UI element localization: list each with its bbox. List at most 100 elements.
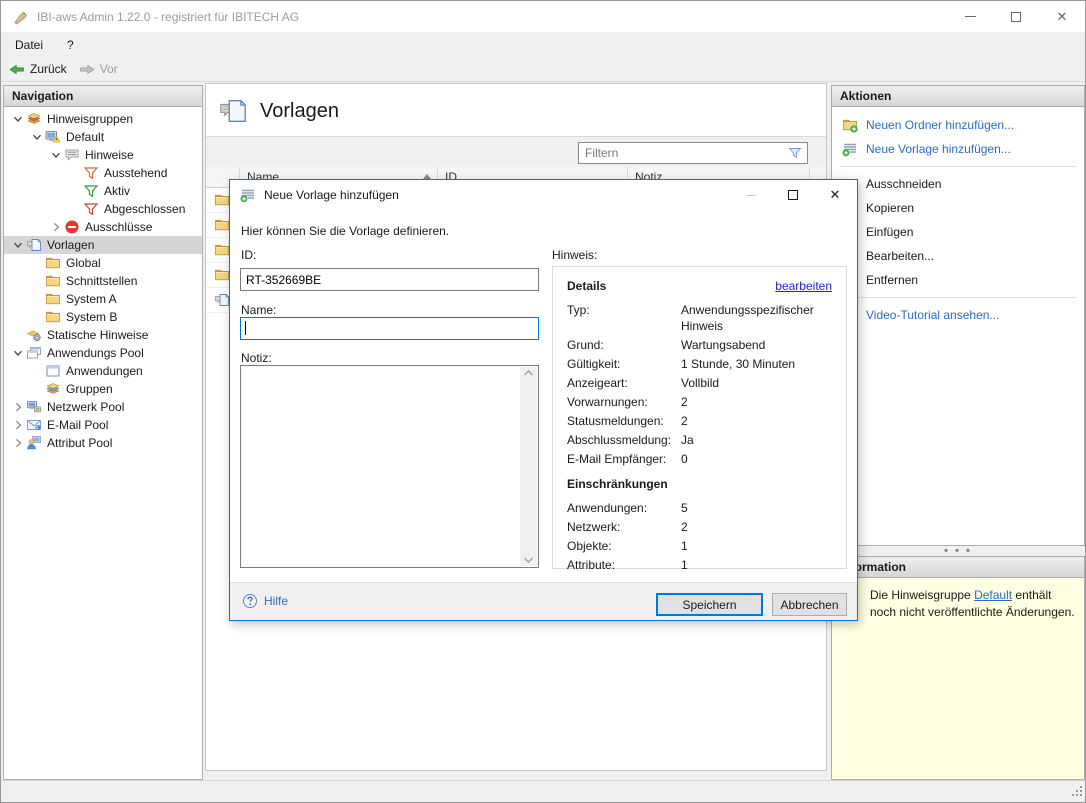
folder-add-icon: [842, 117, 858, 133]
hint-details-box: Details bearbeiten Typ:Anwendungsspezifi…: [552, 266, 847, 569]
tree-item-anwendungs-pool[interactable]: Anwendungs Pool: [4, 344, 202, 362]
hints-icon: [64, 147, 80, 163]
default-group-link[interactable]: Default: [974, 588, 1012, 602]
detail-row: Typ:Anwendungsspezifischer Hinweis: [567, 302, 832, 334]
tree-item-attribut-pool[interactable]: Attribut Pool: [4, 434, 202, 452]
chevron-collapsed-icon[interactable]: [10, 417, 26, 433]
dialog-maximize-icon: [788, 190, 798, 200]
chevron-expanded-icon[interactable]: [10, 237, 26, 253]
chevron-expanded-icon[interactable]: [29, 129, 45, 145]
action-ausschneiden[interactable]: ✂Ausschneiden: [832, 172, 1084, 196]
tree-item-label: Global: [66, 256, 101, 270]
action-neue-vorlage-hinzuf-gen[interactable]: Neue Vorlage hinzufügen...: [832, 137, 1084, 161]
cancel-button[interactable]: Abbrechen: [772, 593, 847, 616]
tree-item-ausstehend[interactable]: Ausstehend: [4, 164, 202, 182]
chevron-spacer: [29, 381, 45, 397]
save-button[interactable]: Speichern: [656, 593, 763, 616]
action-bearbeiten[interactable]: Bearbeiten...: [832, 244, 1084, 268]
tree-item-label: Aktiv: [104, 184, 130, 198]
new-template-dialog: Neue Vorlage hinzufügen ✕ Hier können Si…: [229, 179, 858, 621]
chevron-spacer: [67, 201, 83, 217]
tree-item-label: Statische Hinweise: [47, 328, 148, 342]
tree-item-global[interactable]: Global: [4, 254, 202, 272]
tree-item-vorlagen[interactable]: Vorlagen: [4, 236, 202, 254]
action-label: Bearbeiten...: [866, 249, 934, 263]
back-button[interactable]: Zurück: [3, 59, 73, 79]
tree-item-ausschl-sse[interactable]: Ausschlüsse: [4, 218, 202, 236]
chevron-expanded-icon[interactable]: [10, 111, 26, 127]
window-title: IBI-aws Admin 1.22.0 - registriert für I…: [37, 10, 299, 24]
information-header: Information: [831, 556, 1085, 578]
actions-separator: [840, 166, 1076, 167]
chevron-collapsed-icon[interactable]: [10, 435, 26, 451]
tree-item-statische-hinweise[interactable]: Statische Hinweise: [4, 326, 202, 344]
name-field[interactable]: [240, 317, 539, 340]
right-panel: Aktionen Neuen Ordner hinzufügen...Neue …: [831, 85, 1085, 780]
info-text-before: Die Hinweisgruppe: [870, 588, 974, 602]
tree-item-hinweisgruppen[interactable]: Hinweisgruppen: [4, 110, 202, 128]
action-label: Einfügen: [866, 225, 913, 239]
detail-value: 2: [681, 394, 832, 410]
templates-icon: [26, 237, 42, 253]
tree-item-aktiv[interactable]: Aktiv: [4, 182, 202, 200]
id-field[interactable]: [240, 268, 539, 291]
detail-label: Anwendungen:: [567, 500, 681, 516]
groups-icon: [45, 381, 61, 397]
forward-button[interactable]: Vor: [73, 59, 124, 79]
template-icon: [214, 292, 230, 308]
resize-grip[interactable]: [1070, 784, 1083, 800]
menu-help[interactable]: ?: [57, 34, 84, 56]
detail-label: Grund:: [567, 337, 681, 353]
chevron-collapsed-icon[interactable]: [48, 219, 64, 235]
action-video-tutorial-ansehen[interactable]: Video-Tutorial ansehen...: [832, 303, 1084, 327]
menubar: Datei ?: [1, 32, 1085, 57]
hint-group-icon: [45, 129, 61, 145]
text-caret: [245, 321, 246, 335]
detail-label: Attribute:: [567, 557, 681, 573]
menu-datei[interactable]: Datei: [5, 34, 53, 56]
action-entfernen[interactable]: Entfernen: [832, 268, 1084, 292]
tree-item-schnittstellen[interactable]: Schnittstellen: [4, 272, 202, 290]
edit-hint-link[interactable]: bearbeiten: [775, 279, 832, 293]
back-arrow-icon: [9, 61, 25, 77]
panel-splitter-handle[interactable]: • • •: [831, 546, 1085, 556]
dialog-maximize-button[interactable]: [772, 181, 814, 209]
detail-value: 5: [681, 500, 832, 516]
chevron-expanded-icon[interactable]: [10, 345, 26, 361]
help-icon: [242, 593, 258, 609]
tree-item-anwendungen[interactable]: Anwendungen: [4, 362, 202, 380]
tree-item-label: Ausstehend: [104, 166, 167, 180]
detail-row: Statusmeldungen:2: [567, 413, 832, 429]
tree-item-gruppen[interactable]: Gruppen: [4, 380, 202, 398]
action-kopieren[interactable]: Kopieren: [832, 196, 1084, 220]
help-label: Hilfe: [264, 594, 288, 608]
action-einf-gen[interactable]: Einfügen: [832, 220, 1084, 244]
detail-row: Abschlussmeldung:Ja: [567, 432, 832, 448]
help-link[interactable]: Hilfe: [242, 593, 288, 609]
tree-item-label: Vorlagen: [47, 238, 94, 252]
filter-strip: [206, 136, 826, 167]
note-field[interactable]: [240, 365, 539, 568]
chevron-expanded-icon[interactable]: [48, 147, 64, 163]
tree-item-label: Netzwerk Pool: [47, 400, 124, 414]
dialog-close-button[interactable]: ✕: [814, 181, 856, 209]
templates-page-icon: [218, 96, 248, 126]
note-scrollbar[interactable]: [520, 367, 537, 566]
detail-value: Vollbild: [681, 375, 832, 391]
close-button[interactable]: ✕: [1039, 1, 1085, 32]
tree-item-abgeschlossen[interactable]: Abgeschlossen: [4, 200, 202, 218]
maximize-button[interactable]: [993, 1, 1039, 32]
tree-item-system-a[interactable]: System A: [4, 290, 202, 308]
chevron-collapsed-icon[interactable]: [10, 399, 26, 415]
tree-item-netzwerk-pool[interactable]: Netzwerk Pool: [4, 398, 202, 416]
tree-item-default[interactable]: Default: [4, 128, 202, 146]
tree-item-label: Hinweise: [85, 148, 134, 162]
minimize-button[interactable]: [947, 1, 993, 32]
tree-item-hinweise[interactable]: Hinweise: [4, 146, 202, 164]
filter-funnel-icon[interactable]: [787, 145, 803, 161]
action-neuen-ordner-hinzuf-gen[interactable]: Neuen Ordner hinzufügen...: [832, 113, 1084, 137]
tree-item-e-mail-pool[interactable]: E-Mail Pool: [4, 416, 202, 434]
filter-input[interactable]: [579, 144, 787, 162]
detail-label: Abschlussmeldung:: [567, 432, 681, 448]
tree-item-system-b[interactable]: System B: [4, 308, 202, 326]
